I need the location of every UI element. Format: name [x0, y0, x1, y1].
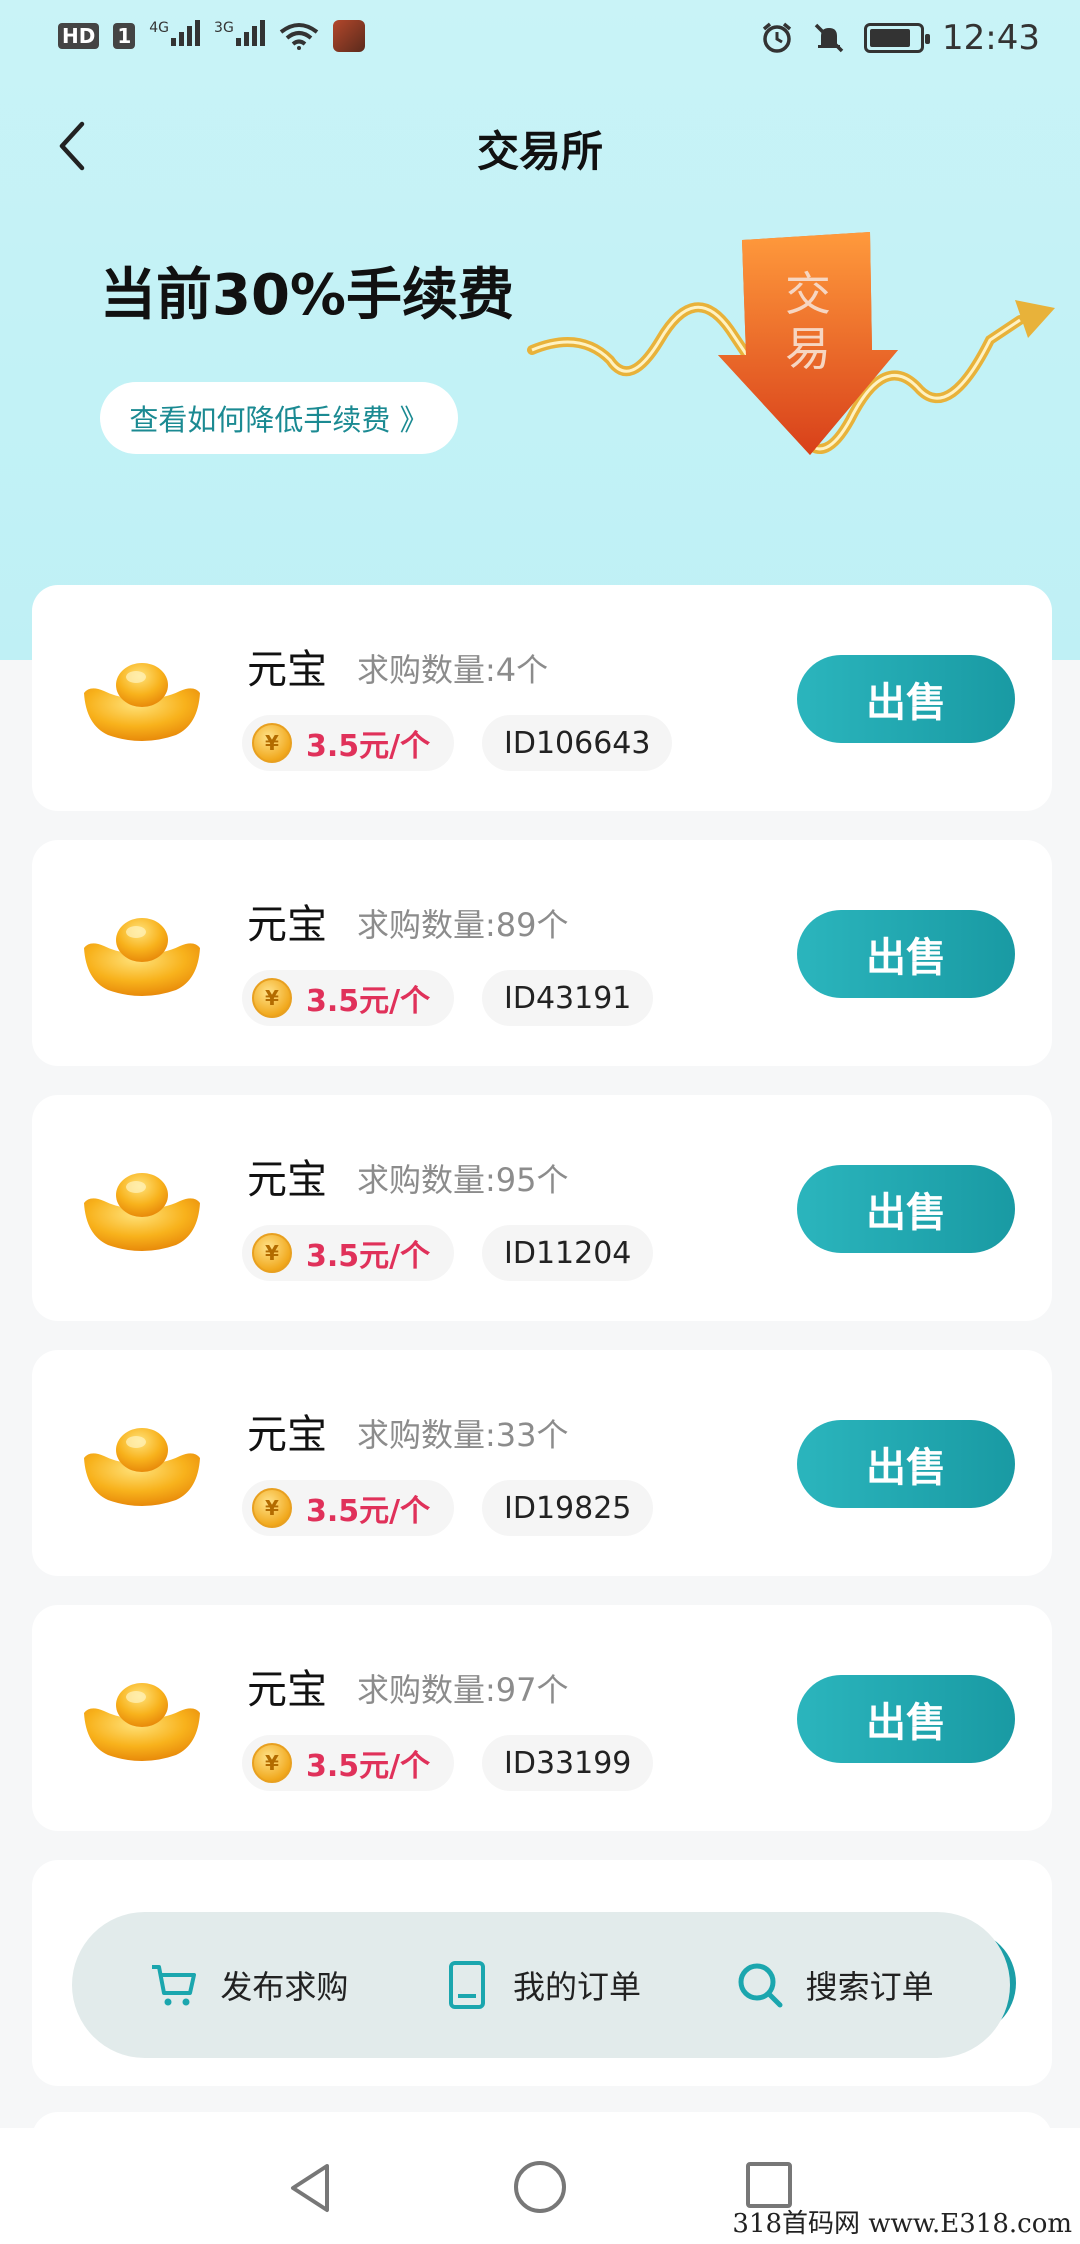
- coin-icon: ¥: [252, 978, 292, 1018]
- unit-price: 3.5元/个: [306, 729, 431, 764]
- order-card: 元宝 求购数量:89个 ¥ 3.5元/个 ID43191 出售: [32, 840, 1052, 1066]
- status-bar: HD 1 4G 3G 12:43: [0, 0, 1080, 80]
- app-notification-icon: [332, 20, 365, 52]
- gold-ingot-icon: [84, 663, 200, 741]
- item-name: 元宝: [247, 1667, 327, 1713]
- sell-button[interactable]: 出售: [797, 1165, 1015, 1253]
- nav-back-icon[interactable]: [285, 2160, 335, 2216]
- wifi-icon: [279, 23, 319, 50]
- request-quantity: 求购数量:89个: [357, 906, 569, 944]
- nav-recent-icon[interactable]: [746, 2162, 792, 2208]
- price-pill: ¥ 3.5元/个: [242, 715, 455, 771]
- order-card: 元宝 求购数量:4个 ¥ 3.5元/个 ID106643 出售: [32, 585, 1052, 811]
- document-icon: [448, 1961, 485, 2009]
- price-pill: ¥ 3.5元/个: [242, 970, 455, 1026]
- sim-badge: 1: [113, 23, 136, 49]
- price-pill: ¥ 3.5元/个: [242, 1735, 455, 1791]
- gold-ingot-icon: [84, 918, 200, 996]
- unit-price: 3.5元/个: [306, 984, 431, 1019]
- order-id: ID43191: [482, 970, 654, 1026]
- mute-bell-icon: [814, 23, 844, 53]
- publish-request-label: 发布求购: [220, 1968, 349, 2006]
- status-time: 12:43: [942, 18, 1040, 58]
- arrow-text-1: 交: [785, 267, 831, 321]
- item-name: 元宝: [247, 647, 327, 693]
- item-name: 元宝: [247, 1412, 327, 1458]
- order-id: ID19825: [482, 1480, 654, 1536]
- request-quantity: 求购数量:95个: [357, 1161, 569, 1199]
- order-id: ID106643: [482, 715, 673, 771]
- coin-icon: ¥: [252, 1488, 292, 1528]
- my-orders-button[interactable]: 我的订单: [441, 1959, 641, 2011]
- nav-home-icon[interactable]: [514, 2161, 566, 2213]
- publish-request-button[interactable]: 发布求购: [148, 1959, 348, 2011]
- order-card: 元宝 求购数量:97个 ¥ 3.5元/个 ID33199 出售: [32, 1605, 1052, 1831]
- system-nav-bar: 318首码网 www.E318.com: [0, 2128, 1080, 2244]
- signal-3g-icon: 3G: [214, 20, 265, 52]
- coin-icon: ¥: [252, 1743, 292, 1783]
- unit-price: 3.5元/个: [306, 1749, 431, 1784]
- floating-action-bar: 发布求购 我的订单 搜索订单: [72, 1912, 1010, 2058]
- battery-icon: [864, 23, 931, 53]
- gold-ingot-icon: [84, 1683, 200, 1761]
- hd-badge: HD: [58, 23, 100, 49]
- price-pill: ¥ 3.5元/个: [242, 1225, 455, 1281]
- gold-ingot-icon: [84, 1428, 200, 1506]
- watermark: 318首码网 www.E318.com: [732, 2209, 1072, 2239]
- search-icon: [738, 1963, 783, 2008]
- trade-arrow-illustration: 交 易: [527, 232, 1055, 455]
- request-quantity: 求购数量:33个: [357, 1416, 569, 1454]
- order-id: ID11204: [482, 1225, 654, 1281]
- sell-button[interactable]: 出售: [797, 655, 1015, 743]
- item-name: 元宝: [247, 1157, 327, 1203]
- fee-headline: 当前30%手续费: [100, 263, 515, 328]
- price-pill: ¥ 3.5元/个: [242, 1480, 455, 1536]
- signal-4g-icon: 4G: [149, 20, 201, 52]
- request-quantity: 求购数量:4个: [357, 651, 549, 689]
- arrow-text-2: 易: [785, 322, 831, 376]
- search-orders-button[interactable]: 搜索订单: [734, 1959, 934, 2011]
- page-title: 交易所: [476, 127, 603, 176]
- request-quantity: 求购数量:97个: [357, 1671, 569, 1709]
- order-id: ID33199: [482, 1735, 654, 1791]
- order-card: 元宝 求购数量:33个 ¥ 3.5元/个 ID19825 出售: [32, 1350, 1052, 1576]
- gold-ingot-icon: [84, 1173, 200, 1251]
- order-card: 元宝 求购数量:95个 ¥ 3.5元/个 ID11204 出售: [32, 1095, 1052, 1321]
- sell-button[interactable]: 出售: [797, 1675, 1015, 1763]
- search-orders-label: 搜索订单: [805, 1968, 934, 2006]
- coin-icon: ¥: [252, 723, 292, 763]
- sell-button[interactable]: 出售: [797, 1420, 1015, 1508]
- alarm-icon: [762, 22, 792, 53]
- cart-icon: [152, 1965, 197, 2006]
- unit-price: 3.5元/个: [306, 1494, 431, 1529]
- reduce-fee-link[interactable]: 查看如何降低手续费 》: [100, 382, 458, 454]
- sell-button[interactable]: 出售: [797, 910, 1015, 998]
- item-name: 元宝: [247, 902, 327, 948]
- unit-price: 3.5元/个: [306, 1239, 431, 1274]
- coin-icon: ¥: [252, 1233, 292, 1273]
- my-orders-label: 我的订单: [512, 1968, 641, 2006]
